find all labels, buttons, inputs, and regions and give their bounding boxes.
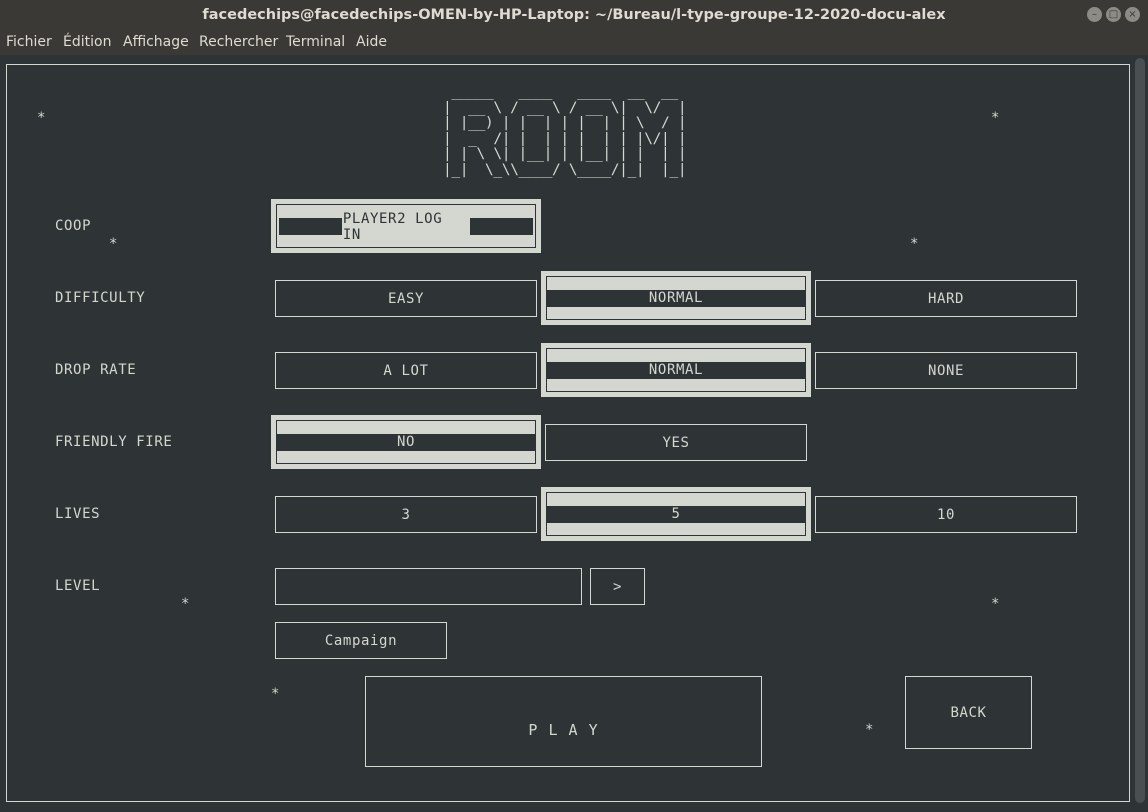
drop-rate-none-label: NONE bbox=[927, 362, 965, 379]
difficulty-easy-button[interactable]: EASY bbox=[275, 280, 537, 317]
difficulty-normal-button[interactable]: NORMAL bbox=[541, 271, 811, 325]
drop-rate-normal-label: NORMAL bbox=[648, 362, 704, 378]
menu-rechercher[interactable]: Rechercher bbox=[199, 34, 278, 50]
level-next-button[interactable]: > bbox=[590, 568, 645, 605]
lives-5-button[interactable]: 5 bbox=[541, 487, 811, 541]
player2-login-button[interactable]: PLAYER2 LOG IN bbox=[271, 199, 541, 253]
difficulty-easy-label: EASY bbox=[387, 290, 425, 307]
lives-3-label: 3 bbox=[401, 506, 411, 523]
friendly-fire-no-label: NO bbox=[396, 434, 416, 450]
highlight-block bbox=[279, 218, 342, 235]
window-title: facedechips@facedechips-OMEN-by-HP-Lapto… bbox=[202, 7, 946, 23]
level-label: LEVEL bbox=[55, 578, 101, 594]
drop-rate-normal-button[interactable]: NORMAL bbox=[541, 343, 811, 397]
difficulty-hard-label: HARD bbox=[927, 290, 965, 307]
star-decoration: * bbox=[109, 236, 118, 252]
play-button[interactable]: P L A Y bbox=[365, 676, 762, 767]
room-ascii-title: _____ ____ ____ __ __ | __ \ / __ \ / __… bbox=[443, 83, 687, 178]
star-decoration: * bbox=[181, 596, 190, 612]
campaign-button[interactable]: Campaign bbox=[275, 622, 447, 659]
menu-aide[interactable]: Aide bbox=[356, 34, 387, 50]
menu-affichage[interactable]: Affichage bbox=[123, 34, 189, 50]
friendly-fire-yes-label: YES bbox=[662, 434, 690, 451]
close-icon[interactable]: × bbox=[1125, 7, 1140, 22]
difficulty-hard-button[interactable]: HARD bbox=[815, 280, 1077, 317]
level-next-label: > bbox=[612, 578, 623, 595]
drop-rate-a-lot-button[interactable]: A LOT bbox=[275, 352, 537, 389]
friendly-fire-no-button[interactable]: NO bbox=[271, 415, 541, 469]
drop-rate-none-button[interactable]: NONE bbox=[815, 352, 1077, 389]
coop-label: COOP bbox=[55, 218, 92, 234]
lives-10-label: 10 bbox=[936, 506, 956, 523]
star-decoration: * bbox=[991, 596, 1000, 612]
menu-edition[interactable]: Édition bbox=[63, 34, 111, 50]
drop-rate-label: DROP RATE bbox=[55, 362, 137, 378]
difficulty-label: DIFFICULTY bbox=[55, 290, 146, 306]
lives-3-button[interactable]: 3 bbox=[275, 496, 537, 533]
star-decoration: * bbox=[271, 686, 280, 702]
minimize-icon[interactable]: – bbox=[1087, 7, 1102, 22]
window-titlebar: facedechips@facedechips-OMEN-by-HP-Lapto… bbox=[0, 0, 1148, 30]
star-decoration: * bbox=[991, 110, 1000, 126]
lives-label: LIVES bbox=[55, 506, 101, 522]
level-input[interactable] bbox=[275, 568, 582, 605]
back-button[interactable]: BACK bbox=[905, 676, 1032, 749]
menu-fichier[interactable]: Fichier bbox=[6, 34, 52, 50]
drop-rate-a-lot-label: A LOT bbox=[383, 362, 429, 379]
scrollbar-thumb[interactable] bbox=[1135, 58, 1145, 803]
menu-terminal[interactable]: Terminal bbox=[286, 34, 345, 50]
play-label: P L A Y bbox=[528, 721, 599, 739]
difficulty-normal-label: NORMAL bbox=[648, 290, 704, 306]
star-decoration: * bbox=[37, 110, 46, 126]
highlight-block bbox=[470, 218, 534, 235]
back-label: BACK bbox=[950, 704, 987, 721]
maximize-icon[interactable]: □ bbox=[1106, 7, 1121, 22]
star-decoration: * bbox=[910, 236, 919, 252]
menu-bar: Fichier Édition Affichage Rechercher Ter… bbox=[0, 30, 1148, 55]
friendly-fire-yes-button[interactable]: YES bbox=[545, 424, 807, 461]
lives-10-button[interactable]: 10 bbox=[815, 496, 1077, 533]
player2-login-label: PLAYER2 LOG IN bbox=[342, 210, 443, 243]
friendly-fire-label: FRIENDLY FIRE bbox=[55, 434, 173, 450]
campaign-label: Campaign bbox=[324, 632, 398, 649]
star-decoration: * bbox=[865, 722, 874, 738]
lives-5-label: 5 bbox=[671, 506, 681, 522]
